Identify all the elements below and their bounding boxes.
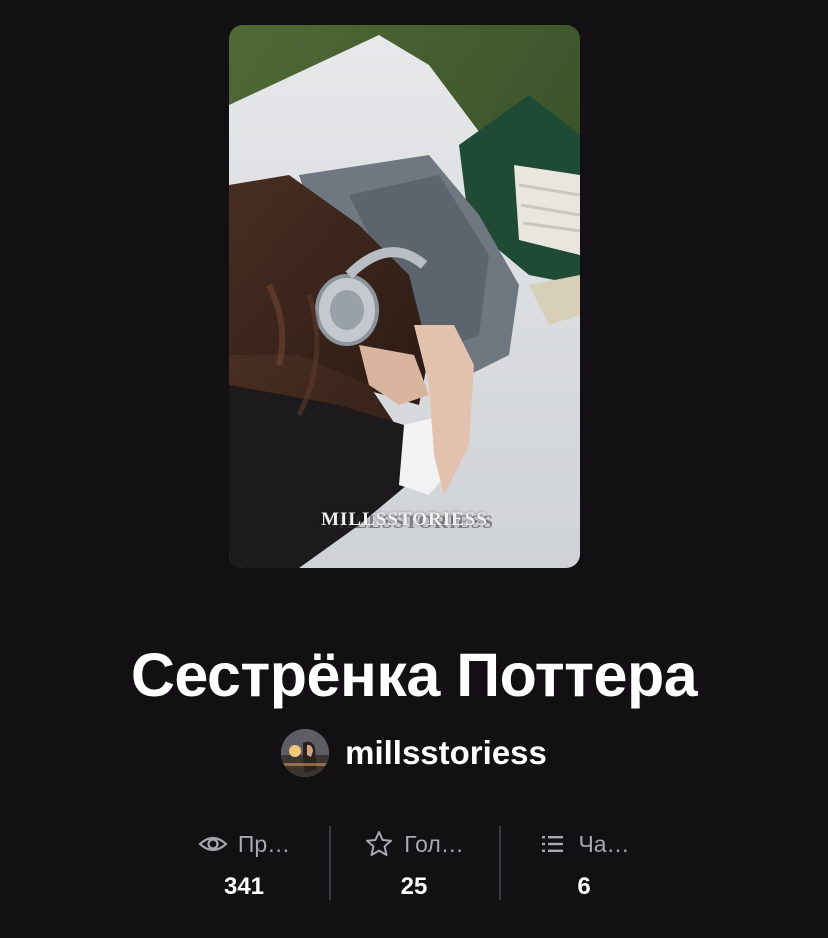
stat-votes-label: Гол…: [404, 830, 464, 857]
stat-reads-value: 341: [223, 873, 265, 900]
list-icon: [538, 829, 568, 859]
stat-parts-value: 6: [577, 873, 591, 900]
stat-votes: Гол… 25: [329, 826, 499, 900]
eye-icon: [198, 829, 228, 859]
stat-votes-value: 25: [400, 873, 428, 900]
author-link[interactable]: millsstoriess: [0, 729, 828, 777]
stat-reads-label: Пр…: [237, 830, 291, 857]
story-cover-image[interactable]: MILLSSTORIESS: [229, 25, 580, 568]
cover-photo: [229, 25, 580, 568]
stat-parts[interactable]: Ча… 6: [499, 826, 669, 900]
author-username[interactable]: millsstoriess: [345, 734, 547, 772]
author-avatar[interactable]: [281, 729, 330, 777]
stat-parts-label: Ча…: [578, 830, 630, 857]
stat-reads: Пр… 341: [159, 826, 329, 900]
story-title: Сестрёнка Поттера: [130, 641, 698, 709]
story-page: MILLSSTORIESS Сестрёнка Поттера millssto…: [0, 0, 828, 938]
cover-watermark: MILLSSTORIESS: [321, 509, 488, 530]
avatar-image: [281, 729, 330, 777]
star-icon: [364, 829, 394, 859]
story-stats: Пр… 341 Гол… 25 Ча… 6: [159, 826, 669, 900]
